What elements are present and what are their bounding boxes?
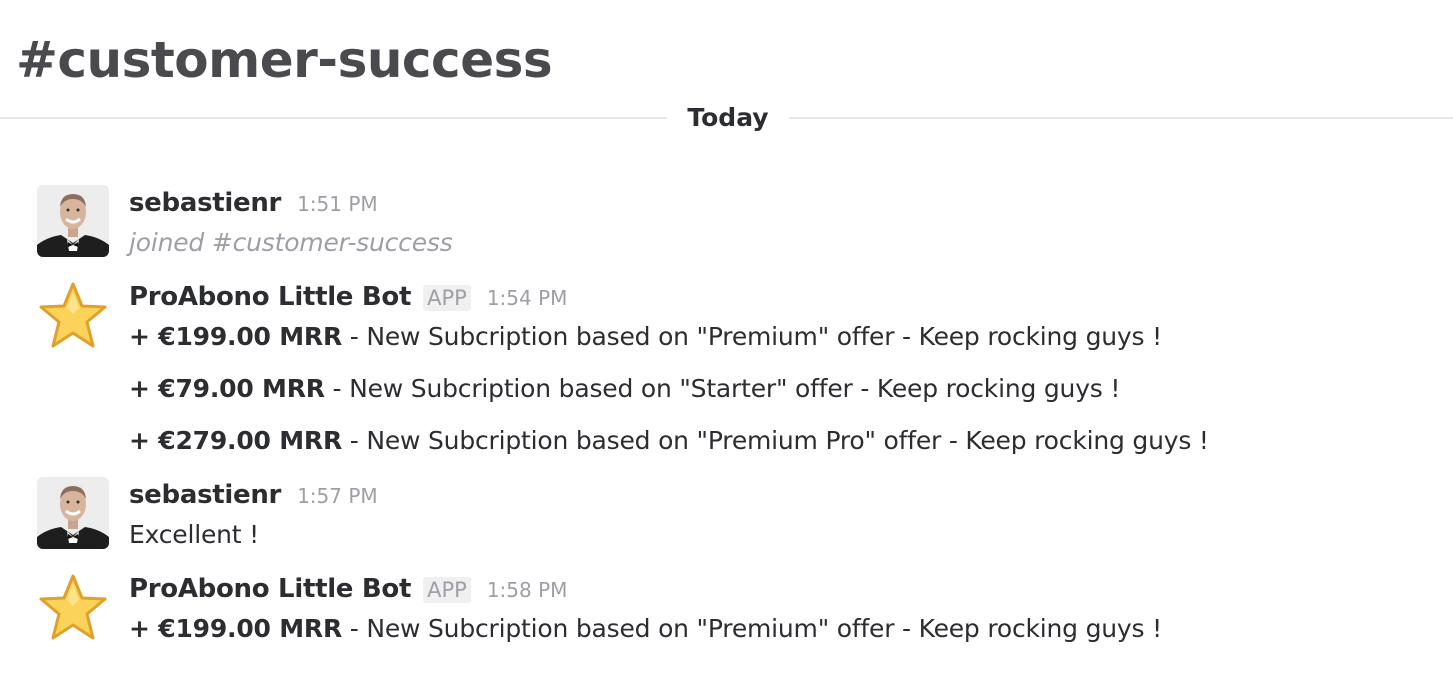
user-avatar[interactable] [37, 185, 109, 257]
star-icon[interactable] [37, 572, 109, 644]
app-badge: APP [423, 285, 471, 311]
person-icon [37, 185, 109, 257]
app-badge: APP [423, 577, 471, 603]
message-text: - New Subcription based on "Premium Pro"… [342, 426, 1209, 455]
timestamp[interactable]: 1:54 PM [487, 286, 568, 310]
sender-name[interactable]: ProAbono Little Bot [129, 574, 411, 604]
message-text: - New Subcription based on "Premium" off… [342, 322, 1162, 351]
sender-name[interactable]: sebastienr [129, 188, 281, 218]
message-line: + €279.00 MRR - New Subcription based on… [129, 426, 1209, 455]
channel-title: #customer-success [16, 31, 553, 89]
mrr-amount: + €279.00 MRR [129, 426, 343, 455]
message-line: + €199.00 MRR - New Subcription based on… [129, 614, 1162, 643]
timestamp[interactable]: 1:57 PM [297, 484, 378, 508]
message-header: ProAbono Little Bot APP 1:58 PM [129, 574, 567, 610]
mrr-amount: + €79.00 MRR [129, 374, 325, 403]
timestamp[interactable]: 1:58 PM [487, 578, 568, 602]
message-header: sebastienr 1:57 PM [129, 480, 378, 516]
message-line: + €199.00 MRR - New Subcription based on… [129, 322, 1162, 351]
mrr-amount: + €199.00 MRR [129, 322, 343, 351]
star-icon[interactable] [37, 280, 109, 352]
message-header: sebastienr 1:51 PM [129, 188, 378, 224]
message-text: - New Subcription based on "Premium" off… [342, 614, 1162, 643]
message-text: - New Subcription based on "Starter" off… [324, 374, 1121, 403]
person-icon [37, 477, 109, 549]
sender-name[interactable]: sebastienr [129, 480, 281, 510]
sender-name[interactable]: ProAbono Little Bot [129, 282, 411, 312]
message-line: + €79.00 MRR - New Subcription based on … [129, 374, 1120, 403]
mrr-amount: + €199.00 MRR [129, 614, 343, 643]
user-avatar[interactable] [37, 477, 109, 549]
day-divider-label[interactable]: Today [667, 100, 789, 136]
timestamp[interactable]: 1:51 PM [297, 192, 378, 216]
message-text: Excellent ! [129, 520, 259, 549]
join-notice: joined #customer-success [129, 228, 453, 257]
message-header: ProAbono Little Bot APP 1:54 PM [129, 282, 567, 318]
